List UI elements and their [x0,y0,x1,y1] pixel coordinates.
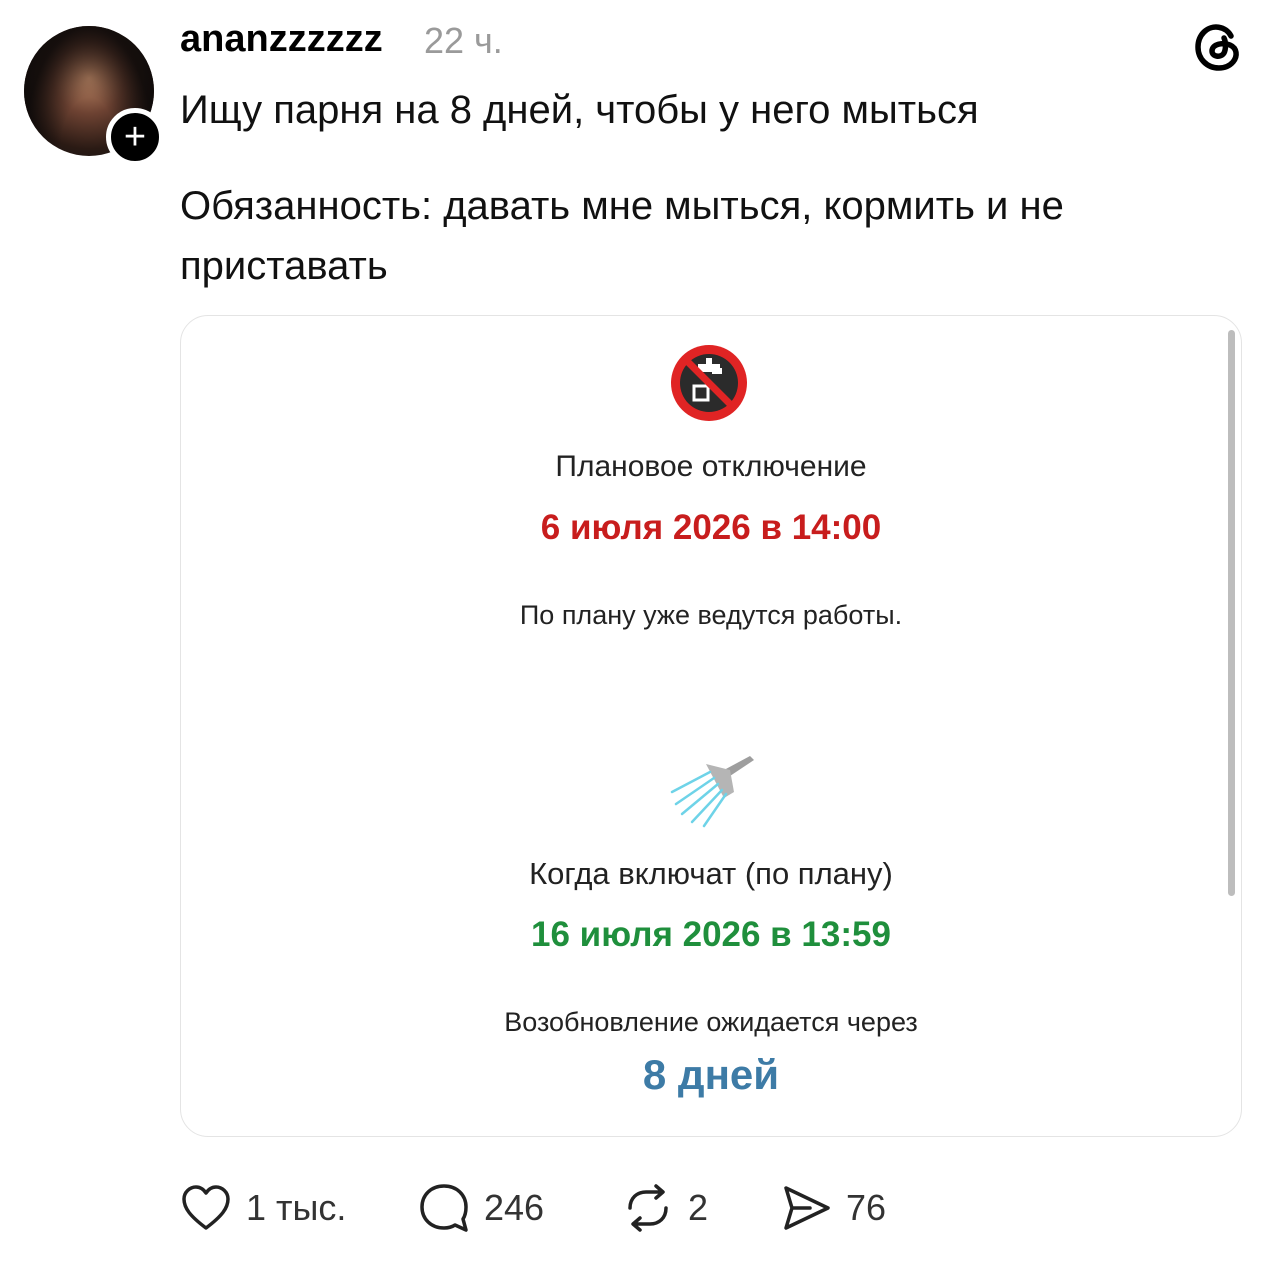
shower-icon [670,756,754,828]
resume-date: 16 июля 2026 в 13:59 [531,915,891,954]
repost-icon [628,1184,668,1232]
repost-button[interactable]: 2 [622,1180,708,1236]
heart-icon [182,1185,230,1230]
plus-icon: + [123,116,147,158]
countdown-label: Возобновление ожидается через [504,1007,918,1037]
comment-button[interactable]: 246 [418,1180,544,1236]
outage-label: Плановое отключение [555,450,867,483]
send-icon [784,1186,830,1230]
post-text-line1: Ищу парня на 8 дней, чтобы у него мыться [180,88,979,132]
repost-count: 2 [688,1187,709,1228]
username[interactable]: ananzzzzzz [180,18,383,61]
share-count: 76 [846,1187,887,1228]
work-status: По плану уже ведутся работы. [519,600,903,630]
like-count: 1 тыс. [246,1187,347,1228]
share-button[interactable]: 76 [780,1180,886,1236]
post-text-line2: Обязанность: давать мне мыться, кормить … [180,184,1064,288]
like-button[interactable]: 1 тыс. [180,1180,346,1236]
outage-date: 6 июля 2026 в 14:00 [540,508,882,547]
comment-icon [420,1184,468,1232]
post-time: 22 ч. [424,20,503,61]
no-water-icon [671,345,747,421]
threads-logo-icon[interactable] [1190,16,1246,76]
comment-count: 246 [484,1187,545,1228]
resume-label: Когда включат (по плану) [529,856,893,891]
follow-button[interactable]: + [106,108,164,166]
action-bar: 1 тыс. 246 2 76 [0,1180,1280,1240]
countdown-value: 8 дней [642,1051,780,1098]
